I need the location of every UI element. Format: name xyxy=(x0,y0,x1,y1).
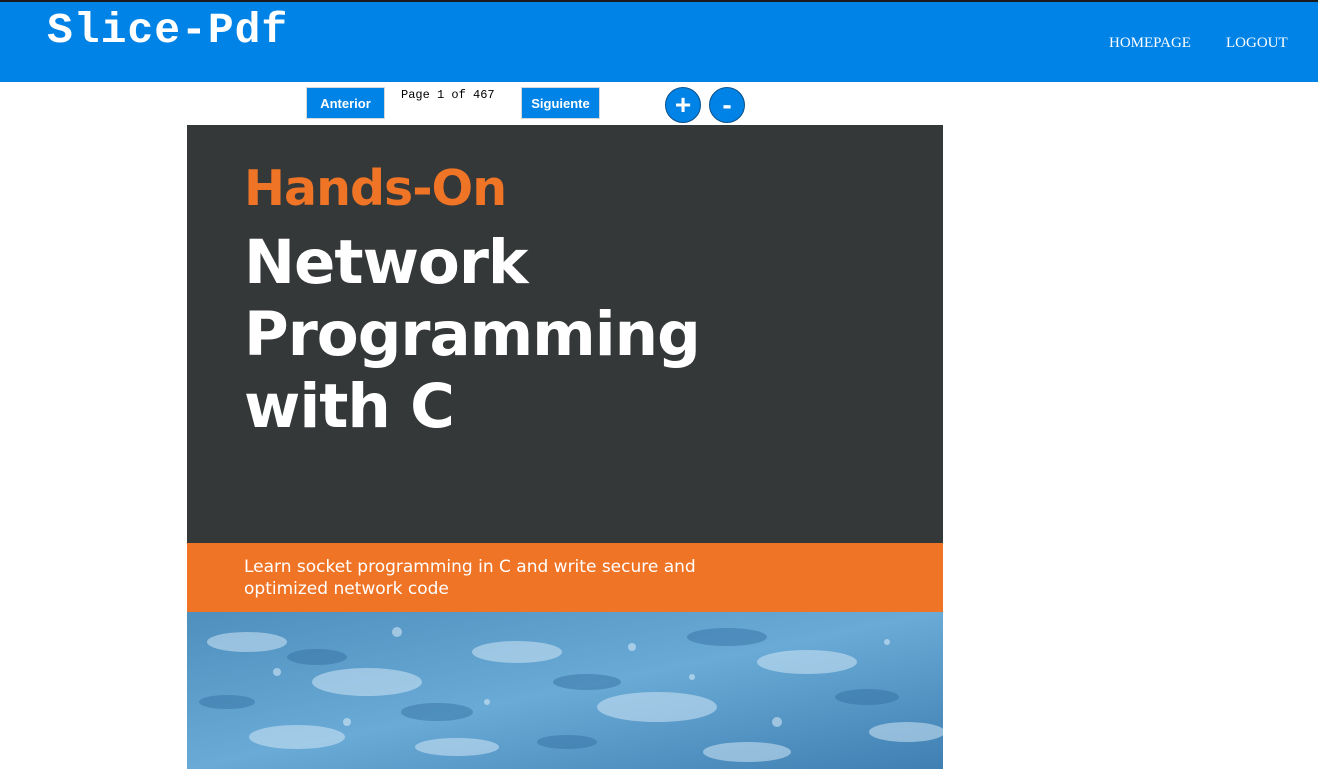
cover-title-line: with C xyxy=(244,371,455,442)
minus-icon: - xyxy=(722,89,732,120)
cover-dark-panel: Hands-On Network Programming with C xyxy=(187,125,943,543)
app-logo-title: Slice-Pdf xyxy=(47,6,289,55)
previous-page-button[interactable]: Anterior xyxy=(306,87,385,119)
cover-title-line: Network xyxy=(244,227,529,298)
ice-texture-graphic xyxy=(187,612,943,769)
cover-ice-image xyxy=(187,612,943,769)
zoom-in-button[interactable]: + xyxy=(665,87,701,123)
next-page-button[interactable]: Siguiente xyxy=(521,87,600,119)
page-indicator: Page 1 of 467 xyxy=(401,88,495,102)
cover-title: Network Programming with C xyxy=(244,227,894,443)
cover-subtitle-line: Learn socket programming in C and write … xyxy=(244,557,696,577)
plus-icon: + xyxy=(674,89,692,120)
zoom-out-button[interactable]: - xyxy=(709,87,745,123)
cover-kicker: Hands-On xyxy=(244,160,507,217)
cover-orange-band: Learn socket programming in C and write … xyxy=(187,543,943,612)
cover-subtitle-line: optimized network code xyxy=(244,579,449,599)
nav-logout-link[interactable]: LOGOUT xyxy=(1226,35,1288,52)
pdf-page-canvas: Hands-On Network Programming with C Lear… xyxy=(187,125,943,769)
app-header: Slice-Pdf HOMEPAGE LOGOUT xyxy=(0,2,1318,82)
cover-subtitle: Learn socket programming in C and write … xyxy=(244,556,764,600)
nav-homepage-link[interactable]: HOMEPAGE xyxy=(1109,35,1191,52)
cover-title-line: Programming xyxy=(244,299,701,370)
